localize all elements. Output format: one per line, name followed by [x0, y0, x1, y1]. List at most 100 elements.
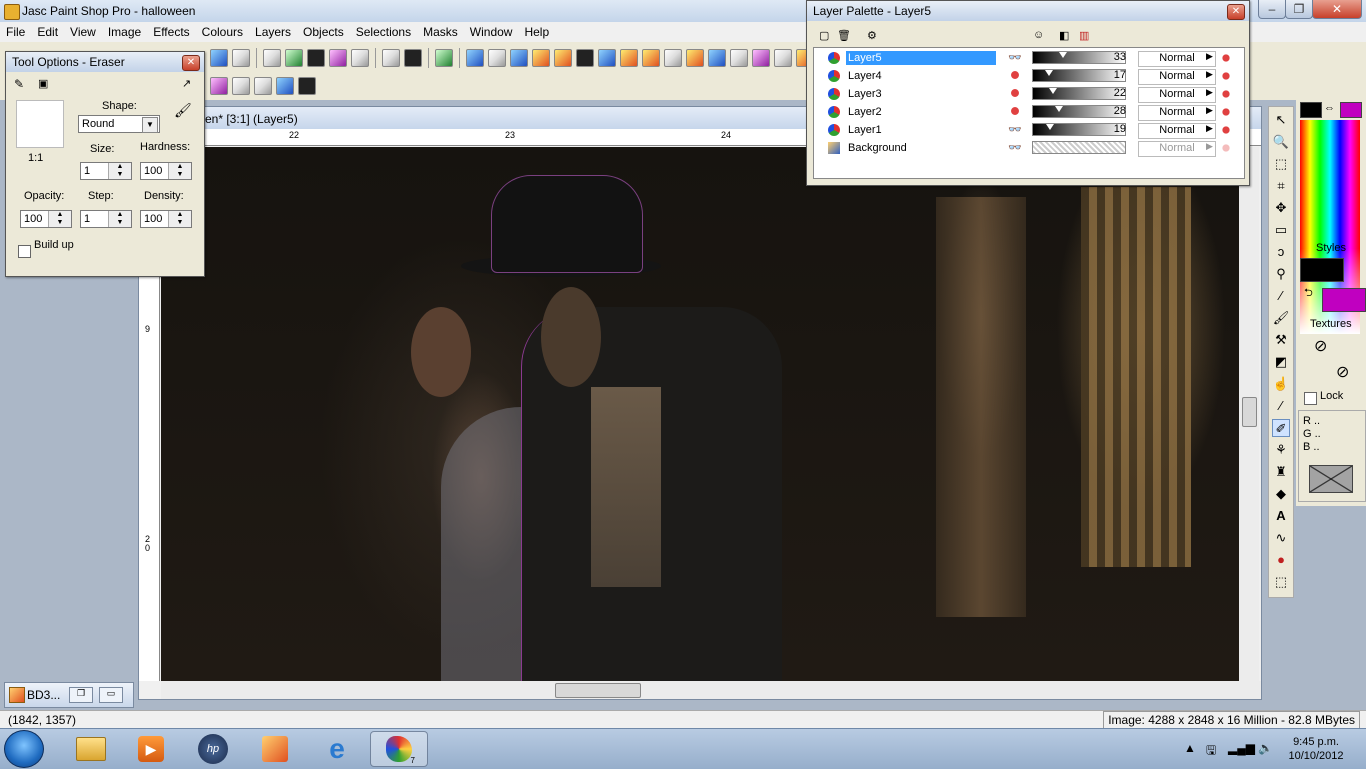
layer-properties-icon[interactable]: ⚙	[867, 29, 877, 42]
horizontal-scroll-thumb[interactable]	[555, 683, 641, 698]
effect-14-icon[interactable]	[752, 49, 770, 67]
menu-image[interactable]: Image	[102, 22, 147, 42]
layer-palette-close-button[interactable]: ✕	[1227, 4, 1245, 20]
taskbar-media-player[interactable]: ▶	[122, 731, 180, 767]
layer-name[interactable]: Layer5	[846, 51, 996, 65]
vertical-scroll-thumb[interactable]	[1242, 397, 1257, 427]
layer-row-layer2[interactable]: Layer2 28 Normal ▶	[814, 103, 1242, 121]
menu-layers[interactable]: Layers	[249, 22, 297, 42]
buildup-checkbox[interactable]	[18, 245, 31, 258]
zoom-icon[interactable]	[263, 49, 281, 67]
layer-name[interactable]: Layer3	[846, 87, 998, 101]
effect-8-icon[interactable]	[620, 49, 638, 67]
spin-arrows-icon[interactable]: ▲ ▼	[108, 211, 131, 227]
hardness-stepper[interactable]: 100 ▲ ▼	[140, 162, 192, 180]
layer-name[interactable]: Layer2	[846, 105, 998, 119]
airbrush-icon[interactable]: ♜	[1272, 463, 1290, 481]
spin-arrows-icon[interactable]: ▲ ▼	[168, 211, 191, 227]
retouch-tool-icon[interactable]: ☝	[1272, 375, 1290, 393]
menu-edit[interactable]: Edit	[31, 22, 64, 42]
hidden-layer-icon[interactable]	[1008, 87, 1022, 99]
effect-9-icon[interactable]	[642, 49, 660, 67]
no-texture-foreground-icon[interactable]: ⊘	[1314, 336, 1327, 356]
effect-12-icon[interactable]	[708, 49, 726, 67]
taskbar-explorer[interactable]	[62, 731, 120, 767]
colour-replacer-icon[interactable]: ◩	[1272, 353, 1290, 371]
picture-tube-icon[interactable]: ⚘	[1272, 441, 1290, 459]
layer-lock-icon[interactable]	[1220, 106, 1232, 118]
visibility-glasses-icon[interactable]: 👓	[1008, 51, 1022, 64]
spin-arrows-icon[interactable]: ▲ ▼	[108, 163, 131, 179]
opacity-slider-marker[interactable]	[1046, 124, 1055, 130]
chevron-right-icon[interactable]: ▶	[1206, 123, 1213, 134]
maximize-button[interactable]: ❐	[1285, 0, 1313, 19]
tool-options-titlebar[interactable]: Tool Options - Eraser ✕	[6, 52, 204, 72]
effect-row2-3-icon[interactable]	[254, 77, 272, 95]
effect-row2-2-icon[interactable]	[232, 77, 250, 95]
menu-file[interactable]: File	[0, 22, 31, 42]
spin-arrows-icon[interactable]: ▲ ▼	[168, 163, 191, 179]
levels-icon[interactable]	[307, 49, 325, 67]
eraser-tab-icon[interactable]: ✎	[14, 77, 28, 91]
close-button[interactable]: ✕	[1312, 0, 1362, 19]
taskbar-paint-shop-pro[interactable]: 7	[370, 731, 428, 767]
step-stepper[interactable]: 1 ▲ ▼	[80, 210, 132, 228]
freehand-tool-icon[interactable]: ↄ	[1272, 243, 1290, 261]
deform-tool-icon[interactable]: ⬚	[1272, 155, 1290, 173]
blend-mode-dropdown[interactable]: Normal	[1138, 123, 1216, 139]
horizontal-scrollbar[interactable]	[161, 681, 1261, 699]
menu-view[interactable]: View	[64, 22, 102, 42]
flood-fill-icon[interactable]: ◆	[1272, 485, 1290, 503]
show-hidden-icons[interactable]: ▲	[1184, 741, 1196, 755]
blend-mode-dropdown[interactable]: Normal	[1138, 69, 1216, 85]
taskbar-internet-explorer[interactable]: e	[308, 731, 366, 767]
mover-tool-icon[interactable]: ✥	[1272, 199, 1290, 217]
layer-name[interactable]: Layer1	[846, 123, 998, 137]
pointer-tool-icon[interactable]: ↖	[1272, 111, 1290, 129]
object-selector-icon[interactable]: ⬚	[1272, 573, 1290, 591]
visibility-glasses-icon[interactable]: 👓	[1008, 141, 1022, 154]
background-style-swatch[interactable]	[1322, 288, 1366, 312]
effect-11-icon[interactable]	[686, 49, 704, 67]
menu-effects[interactable]: Effects	[147, 22, 195, 42]
layer-lock-icon[interactable]	[1220, 52, 1232, 64]
eraser-tool-icon[interactable]: ✐	[1272, 419, 1290, 437]
effect-13-icon[interactable]	[730, 49, 748, 67]
options-toggle-icon[interactable]: ↗	[182, 77, 191, 90]
delete-layer-icon[interactable]: 🗑	[837, 29, 851, 42]
camera-icon[interactable]	[404, 49, 422, 67]
preset-shapes-icon[interactable]: ●	[1272, 551, 1290, 569]
taskbar-installer[interactable]	[246, 731, 304, 767]
chevron-right-icon[interactable]: ▶	[1206, 105, 1213, 116]
colour-balance-icon[interactable]	[329, 49, 347, 67]
opacity-slider-marker[interactable]	[1054, 106, 1063, 112]
layer-row-layer4[interactable]: Layer4 17 Normal ▶	[814, 67, 1242, 85]
crop-tool-icon[interactable]: ⌗	[1272, 177, 1290, 195]
foreground-style-swatch[interactable]	[1300, 258, 1344, 282]
start-button[interactable]	[4, 730, 44, 768]
menu-masks[interactable]: Masks	[417, 22, 464, 42]
blend-mode-dropdown[interactable]: Normal	[1138, 51, 1216, 67]
spin-arrows-icon[interactable]: ▲ ▼	[48, 211, 71, 227]
selection-tool-icon[interactable]: ▭	[1272, 221, 1290, 239]
effect-15-icon[interactable]	[774, 49, 792, 67]
vertical-scrollbar[interactable]	[1239, 147, 1259, 681]
screen-capture-icon[interactable]	[232, 49, 250, 67]
zoom-tool-icon[interactable]: 🔍	[1272, 133, 1290, 151]
minimized-document[interactable]: BD3... ❐ ▭	[4, 682, 134, 708]
menu-window[interactable]: Window	[464, 22, 519, 42]
magic-wand-icon[interactable]: ⚲	[1272, 265, 1290, 283]
no-texture-background-icon[interactable]: ⊘	[1336, 362, 1349, 382]
layer-row-layer5[interactable]: Layer5 👓 33 Normal ▶	[814, 49, 1242, 67]
opacity-slider-marker[interactable]	[1044, 70, 1053, 76]
blend-mode-dropdown[interactable]: Normal	[1138, 105, 1216, 121]
layer-lock-icon[interactable]	[1220, 88, 1232, 100]
device-icon[interactable]: 🖫	[1206, 741, 1216, 762]
effect-row2-1-icon[interactable]	[210, 77, 228, 95]
swap-colours-icon[interactable]: ⇔	[1324, 102, 1335, 114]
histogram-icon[interactable]	[285, 49, 303, 67]
browse-icon[interactable]	[210, 49, 228, 67]
network-signal-icon[interactable]: ▂▄▆	[1228, 741, 1255, 755]
maximize-document-button[interactable]: ▭	[99, 687, 123, 703]
effect-row2-4-icon[interactable]	[276, 77, 294, 95]
